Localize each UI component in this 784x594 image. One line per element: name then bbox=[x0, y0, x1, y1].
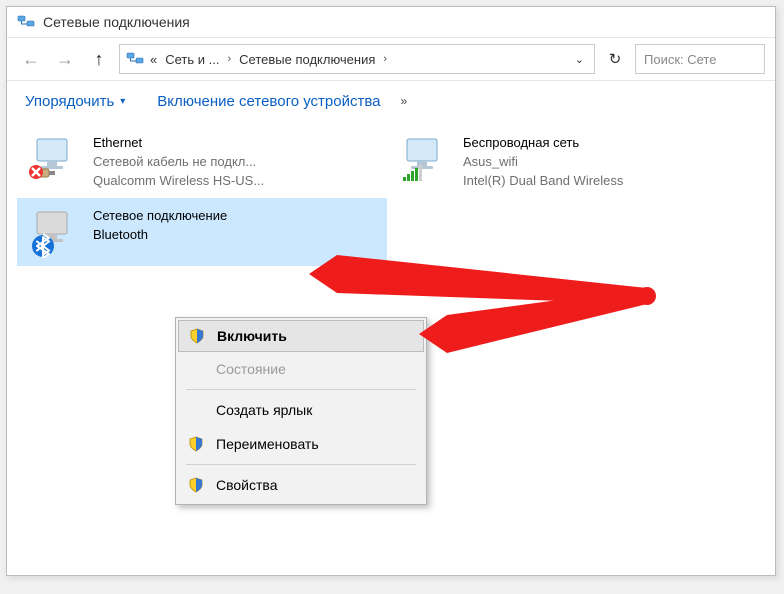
menu-label: Создать ярлык bbox=[216, 402, 312, 418]
explorer-window: Сетевые подключения ← → ↑ « Сеть и ... ›… bbox=[6, 6, 776, 576]
item-info: Ethernet Сетевой кабель не подкл... Qual… bbox=[93, 133, 264, 190]
network-item-bluetooth[interactable]: Сетевое подключение Bluetooth bbox=[17, 198, 387, 266]
address-bar: ← → ↑ « Сеть и ... › Сетевые подключения… bbox=[7, 37, 775, 81]
item-device: Intel(R) Dual Band Wireless bbox=[463, 171, 623, 190]
item-name: Ethernet bbox=[93, 133, 264, 152]
shield-icon bbox=[186, 477, 206, 493]
menu-create-shortcut[interactable]: Создать ярлык bbox=[178, 393, 424, 427]
breadcrumb[interactable]: « Сеть и ... › Сетевые подключения › ⌄ bbox=[119, 44, 595, 74]
menu-label: Состояние bbox=[216, 361, 286, 377]
menu-enable[interactable]: Включить bbox=[178, 320, 424, 352]
address-dropdown[interactable]: ⌄ bbox=[571, 53, 588, 66]
chevron-right-icon: › bbox=[383, 53, 387, 65]
enable-device-button[interactable]: Включение сетевого устройства bbox=[157, 93, 380, 110]
network-item-wifi[interactable]: Беспроводная сеть Asus_wifi Intel(R) Dua… bbox=[387, 125, 757, 198]
command-bar: Упорядочить ▾ Включение сетевого устройс… bbox=[7, 81, 775, 121]
titlebar: Сетевые подключения bbox=[7, 7, 775, 37]
breadcrumb-current[interactable]: Сетевые подключения bbox=[237, 50, 377, 69]
item-info: Сетевое подключение Bluetooth bbox=[93, 206, 227, 258]
search-input[interactable]: Поиск: Сете bbox=[635, 44, 765, 74]
item-status: Asus_wifi bbox=[463, 152, 623, 171]
content-area: Ethernet Сетевой кабель не подкл... Qual… bbox=[7, 121, 775, 270]
context-menu: Включить Состояние Создать ярлык Переиме… bbox=[175, 317, 427, 505]
network-item-ethernet[interactable]: Ethernet Сетевой кабель не подкл... Qual… bbox=[17, 125, 387, 198]
menu-separator bbox=[186, 464, 416, 465]
menu-status: Состояние bbox=[178, 352, 424, 386]
item-info: Беспроводная сеть Asus_wifi Intel(R) Dua… bbox=[463, 133, 623, 190]
menu-rename[interactable]: Переименовать bbox=[178, 427, 424, 461]
ethernet-disconnected-icon bbox=[29, 133, 81, 185]
item-name: Беспроводная сеть bbox=[463, 133, 623, 152]
chevron-down-icon[interactable]: ▾ bbox=[120, 96, 125, 107]
shield-icon bbox=[187, 328, 207, 344]
item-status: Сетевой кабель не подкл... bbox=[93, 152, 264, 171]
search-placeholder: Поиск: Сете bbox=[644, 52, 716, 67]
network-connections-icon bbox=[126, 50, 144, 68]
menu-label: Свойства bbox=[216, 477, 277, 493]
item-device: Qualcomm Wireless HS-US... bbox=[93, 171, 264, 190]
forward-button: → bbox=[51, 45, 79, 73]
menu-properties[interactable]: Свойства bbox=[178, 468, 424, 502]
refresh-button[interactable]: ↻ bbox=[601, 50, 629, 68]
breadcrumb-ellipsis[interactable]: « bbox=[148, 50, 159, 69]
menu-label: Включить bbox=[217, 328, 287, 344]
shield-icon bbox=[186, 436, 206, 452]
network-connections-icon bbox=[17, 13, 35, 31]
item-name-line2: Bluetooth bbox=[93, 225, 227, 244]
item-name-line1: Сетевое подключение bbox=[93, 206, 227, 225]
up-button[interactable]: ↑ bbox=[85, 45, 113, 73]
chevron-right-icon: › bbox=[227, 53, 231, 65]
menu-separator bbox=[186, 389, 416, 390]
breadcrumb-parent[interactable]: Сеть и ... bbox=[163, 50, 221, 69]
menu-label: Переименовать bbox=[216, 436, 319, 452]
bluetooth-disabled-icon bbox=[29, 206, 81, 258]
window-title: Сетевые подключения bbox=[43, 14, 190, 30]
overflow-button[interactable]: » bbox=[401, 94, 408, 108]
organize-button[interactable]: Упорядочить bbox=[25, 93, 114, 110]
wifi-icon bbox=[399, 133, 451, 185]
back-button[interactable]: ← bbox=[17, 45, 45, 73]
